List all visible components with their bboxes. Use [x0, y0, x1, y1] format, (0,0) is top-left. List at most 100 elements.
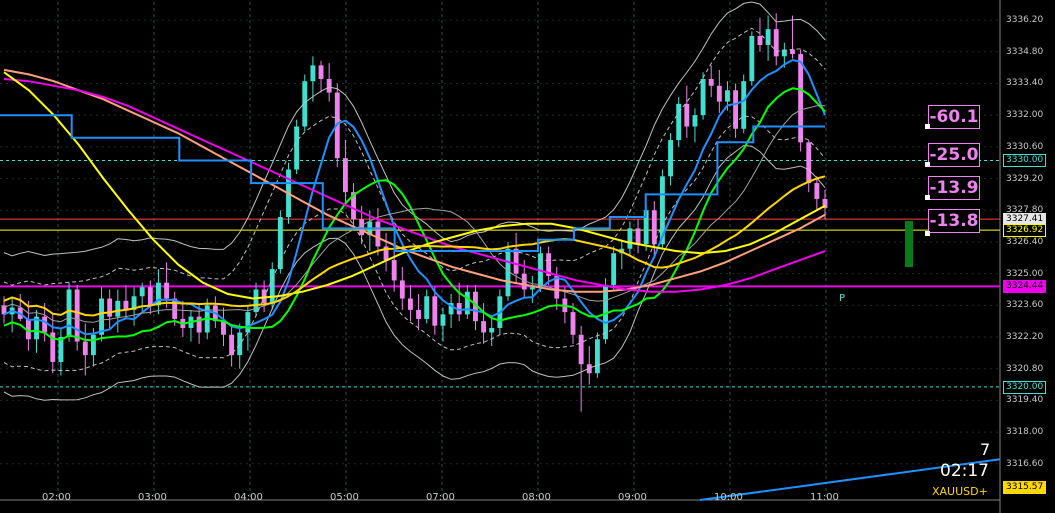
- candle-body: [164, 282, 170, 299]
- candle-body: [464, 291, 470, 315]
- candle-body: [66, 289, 72, 338]
- delta-anchor-4: [925, 231, 930, 236]
- candle-body: [757, 35, 763, 46]
- price-axis-label: 3336.20: [1006, 15, 1044, 26]
- candle-body: [578, 334, 584, 365]
- time-axis-label: 08:00: [522, 492, 551, 503]
- candle-body: [700, 78, 706, 116]
- candle-body: [99, 298, 104, 335]
- candle-body: [147, 287, 153, 306]
- delta-box-3: -13.9: [928, 176, 980, 200]
- delta-anchor-3: [925, 195, 930, 200]
- delta-box-2: -25.0: [928, 143, 980, 167]
- pivot-marker: P: [839, 293, 846, 304]
- moving-average-gold: [3, 175, 826, 317]
- candle-body: [375, 221, 381, 247]
- candle-countdown: 02:17: [940, 461, 989, 481]
- price-axis-label: 3329.20: [1006, 173, 1044, 184]
- price-axis-label: 3333.40: [1006, 78, 1044, 89]
- candle-body: [635, 228, 641, 245]
- candle-body: [74, 289, 80, 342]
- price-axis-label: 3320.80: [1006, 363, 1044, 374]
- price-axis-label: 3322.20: [1006, 332, 1044, 343]
- candle-body: [668, 140, 673, 177]
- candle-body: [277, 217, 283, 270]
- candle-body: [440, 314, 446, 326]
- bollinger-lower: [3, 144, 826, 401]
- candle-body: [814, 183, 820, 199]
- time-axis-label: 11:00: [810, 492, 839, 503]
- candle-body: [806, 142, 812, 184]
- candle-body: [790, 49, 795, 55]
- candle-body: [570, 312, 576, 335]
- candle-body: [318, 65, 324, 79]
- candle-body: [773, 29, 779, 57]
- candle-body: [139, 287, 145, 297]
- time-axis-label: 07:00: [426, 492, 455, 503]
- candle-body: [399, 280, 405, 299]
- candle-body: [432, 296, 438, 326]
- price-axis-label: 3316.60: [1006, 458, 1044, 469]
- candle-body: [310, 65, 316, 82]
- candle-body: [221, 321, 226, 335]
- candle-body: [42, 316, 48, 333]
- delta-box-4: -13.8: [928, 209, 980, 233]
- price-axis-label: 3319.40: [1006, 395, 1044, 406]
- candle-body: [269, 269, 275, 304]
- time-axis-label: 05:00: [330, 492, 359, 503]
- tick-count: 7: [980, 440, 991, 459]
- price-axis-label: 3330.60: [1006, 141, 1044, 152]
- candle-body: [237, 332, 243, 356]
- candle-body: [513, 248, 519, 274]
- time-axis-label: 03:00: [138, 492, 167, 503]
- candle-body: [611, 253, 617, 285]
- candle-body: [481, 321, 487, 333]
- price-axis-label: 3326.40: [1006, 236, 1044, 247]
- candle-body: [676, 103, 682, 141]
- candle-body: [407, 298, 413, 310]
- price-tag: 3315.57: [1003, 481, 1047, 495]
- candle-body: [708, 78, 714, 86]
- time-axis-label: 02:00: [42, 492, 71, 503]
- time-axis-label: 09:00: [618, 492, 647, 503]
- candle-body: [489, 327, 495, 333]
- price-tag: 3320.00: [1003, 380, 1047, 394]
- candle-body: [90, 334, 96, 356]
- delta-box-1: -60.1: [928, 105, 980, 129]
- volume-marker: [905, 221, 913, 267]
- trading-chart[interactable]: 3336.20 3334.80 3333.40 3332.00 3330.60 3329.…: [0, 0, 1055, 513]
- candle-body: [627, 228, 633, 249]
- price-axis-label: 3323.60: [1006, 300, 1044, 311]
- candle-body: [749, 35, 755, 82]
- delta-anchor-2: [925, 162, 930, 167]
- price-tag: 3324.44: [1003, 280, 1047, 294]
- candle-body: [115, 300, 121, 317]
- candle-body: [692, 115, 698, 127]
- candle-body: [725, 90, 730, 102]
- price-axis-label: 3325.00: [1006, 268, 1044, 279]
- price-tag: 3326.92: [1003, 224, 1047, 238]
- candle-body: [359, 219, 365, 236]
- price-tag: 3330.00: [1003, 154, 1047, 168]
- candle-body: [123, 300, 129, 310]
- candle-body: [684, 103, 690, 127]
- candle-body: [294, 126, 300, 170]
- time-axis-label: 10:00: [714, 492, 743, 503]
- candle-body: [594, 339, 600, 374]
- candle-body: [107, 298, 113, 317]
- symbol-label: XAUUSD+: [932, 485, 988, 498]
- candle-body: [424, 296, 430, 319]
- price-axis-label: 3332.00: [1006, 110, 1044, 121]
- candle-body: [416, 309, 422, 319]
- candle-body: [82, 341, 88, 356]
- candle-body: [342, 158, 348, 193]
- price-axis-label: 3334.80: [1006, 46, 1044, 57]
- candle-body: [798, 54, 804, 143]
- candle-body: [529, 287, 535, 290]
- plot-area[interactable]: [0, 0, 1055, 513]
- candle-body: [391, 260, 397, 281]
- candle-body: [741, 81, 747, 129]
- delta-anchor-1: [925, 124, 930, 129]
- candle-body: [716, 85, 722, 102]
- price-axis-label: 3318.00: [1006, 427, 1044, 438]
